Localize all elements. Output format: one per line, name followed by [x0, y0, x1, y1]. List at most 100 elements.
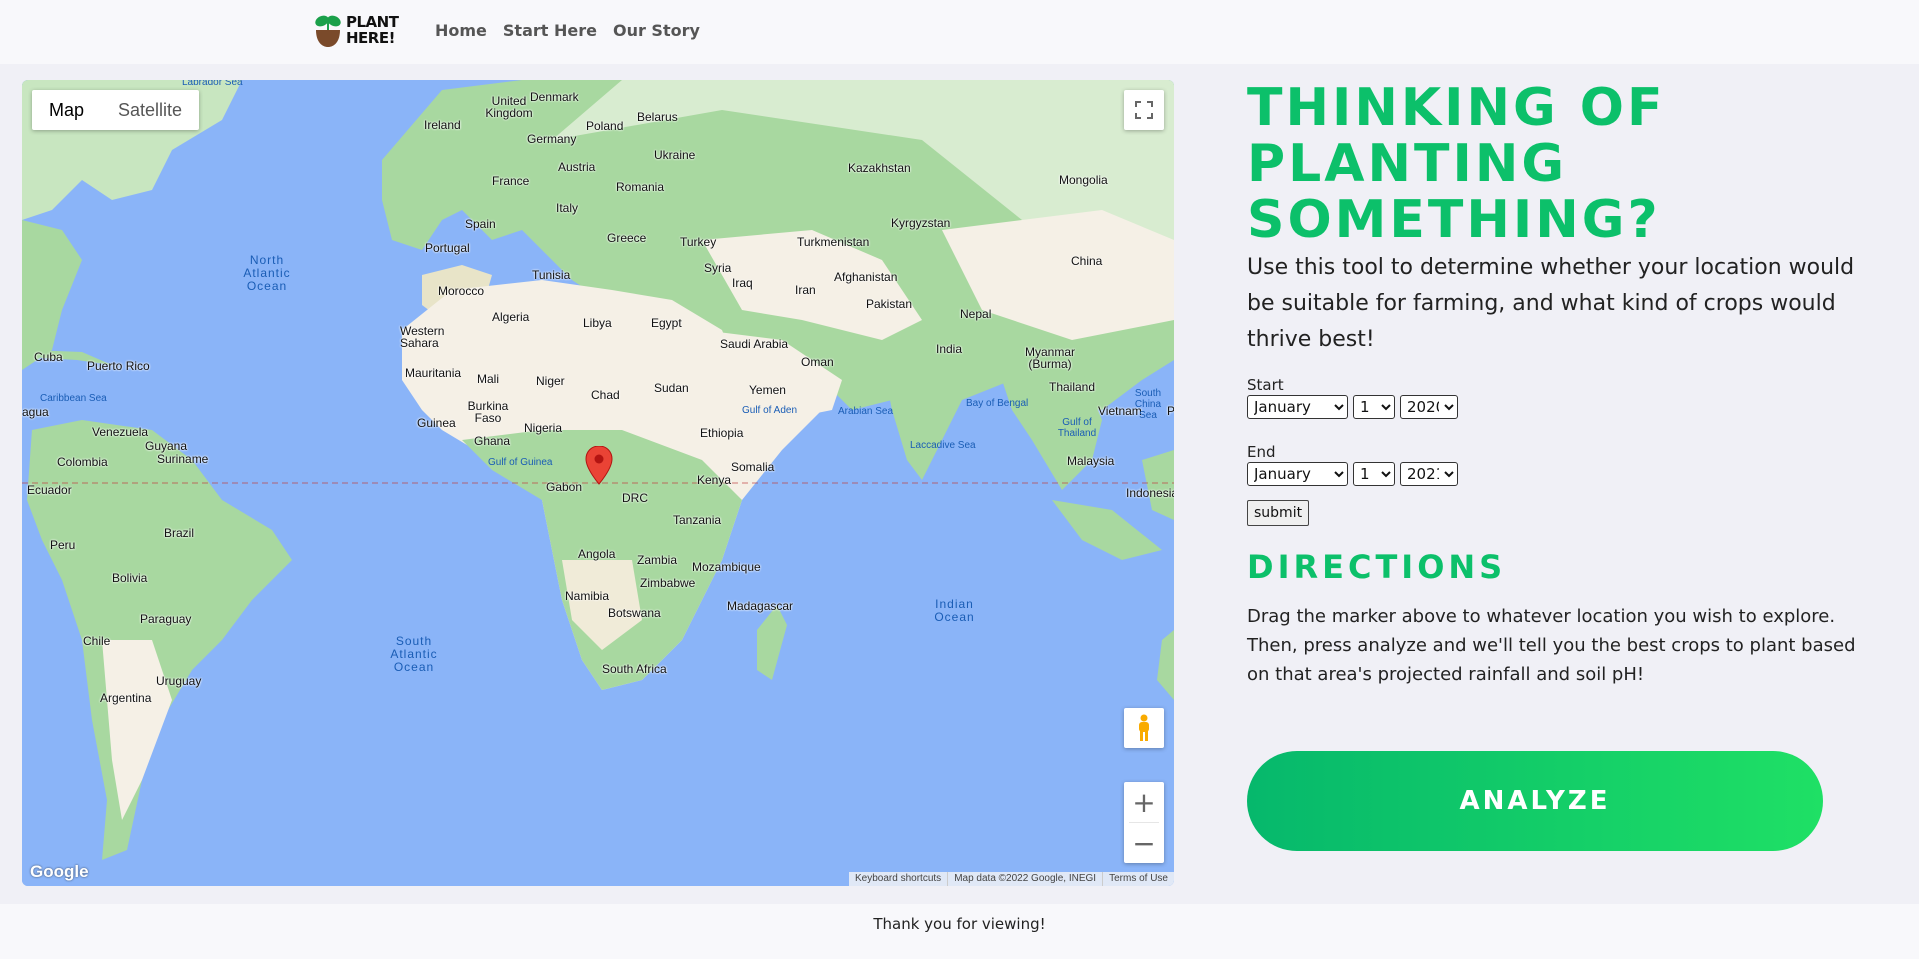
map-label-country: Namibia: [565, 589, 610, 603]
end-year-select[interactable]: 2021: [1400, 462, 1458, 486]
map-label-country: Mali: [477, 372, 500, 386]
map-label-country: Chad: [591, 388, 620, 402]
map-type-satellite-button[interactable]: Satellite: [101, 90, 199, 130]
nav-our-story-link[interactable]: Our Story: [613, 21, 700, 40]
zoom-out-button[interactable]: −: [1124, 823, 1164, 863]
map-label-country: Tunisia: [532, 268, 571, 282]
end-day-select[interactable]: 1: [1353, 462, 1395, 486]
map-label-country: Kyrgyzstan: [891, 216, 951, 230]
map-label-country: Burkina Faso: [467, 399, 509, 425]
map-label-country: Algeria: [492, 310, 530, 324]
start-day-select[interactable]: 1: [1353, 395, 1395, 419]
map-label-sea: Gulf of Aden: [742, 405, 798, 416]
logo-line-1: PLANT: [346, 13, 399, 31]
map-label-country: Pakistan: [866, 297, 913, 311]
nav-start-here-link[interactable]: Start Here: [503, 21, 597, 40]
map-label-country: Venezuela: [92, 425, 149, 439]
map-label-country: Iran: [795, 283, 816, 297]
map-label-country: Egypt: [651, 316, 682, 330]
map-label-country: Paraguay: [140, 612, 192, 626]
logo-text: PLANT HERE!: [346, 13, 399, 47]
map-label-country: Belarus: [637, 110, 678, 124]
site-footer: Thank you for viewing!: [0, 904, 1919, 959]
map-label-country: Mozambique: [692, 560, 761, 574]
start-month-select[interactable]: January: [1247, 395, 1348, 419]
logo[interactable]: PLANT HERE!: [314, 12, 399, 48]
analyze-button[interactable]: ANALYZE: [1247, 751, 1823, 851]
main-nav: Home Start Here Our Story: [435, 21, 700, 40]
map-label-sea: Bay of Bengal: [966, 398, 1029, 409]
keyboard-shortcuts-link[interactable]: Keyboard shortcuts: [849, 872, 947, 886]
submit-button[interactable]: submit: [1247, 500, 1310, 526]
map-label-country: Nigeria: [524, 421, 563, 435]
map-label-country: Greece: [607, 231, 647, 245]
map-label-sea: Caribbean Sea: [40, 393, 107, 404]
zoom-control: + −: [1124, 782, 1164, 863]
analysis-panel: THINKING OF PLANTING SOMETHING? Use this…: [1247, 80, 1867, 689]
map-label-country: Portugal: [425, 241, 470, 255]
map-label-country: Spain: [465, 217, 496, 231]
map-label-country: Chile: [83, 634, 111, 648]
site-header: PLANT HERE! Home Start Here Our Story: [0, 0, 1919, 64]
map-label-sea: South China Sea: [1134, 388, 1162, 421]
sprout-logo-icon: [314, 12, 342, 48]
map-label-country: Tanzania: [673, 513, 722, 527]
map-label-country: France: [492, 174, 530, 188]
map-label-country: Madagascar: [727, 599, 794, 613]
map-label-country: Romania: [616, 180, 665, 194]
map-label-country: Puerto Rico: [87, 359, 150, 373]
map-label-country: South Africa: [602, 662, 667, 676]
map-label-country: Libya: [583, 316, 612, 330]
map-label-country: Austria: [558, 160, 596, 174]
map-label-country: Mongolia: [1059, 173, 1108, 187]
start-year-select[interactable]: 2020: [1400, 395, 1458, 419]
end-month-select[interactable]: January: [1247, 462, 1348, 486]
map-label-country: Ghana: [474, 434, 511, 448]
map-label-country: Oman: [801, 355, 834, 369]
map-label-country: United Kingdom: [485, 94, 533, 120]
map-label-country: Argentina: [100, 691, 152, 705]
map-label-country: Turkey: [680, 235, 717, 249]
map-label-country: Suriname: [157, 452, 209, 466]
map-label-country: Sudan: [654, 381, 689, 395]
map-label-country: Germany: [527, 132, 577, 146]
terms-of-use-link[interactable]: Terms of Use: [1102, 872, 1174, 886]
fullscreen-icon: [1135, 101, 1153, 119]
map-label-sea: Laccadive Sea: [910, 440, 976, 451]
map-label-country: Malaysia: [1067, 454, 1115, 468]
directions-heading: DIRECTIONS: [1247, 548, 1507, 586]
nav-home-link[interactable]: Home: [435, 21, 487, 40]
map-label-country: Kenya: [697, 473, 732, 487]
map-label-country: Morocco: [438, 284, 485, 298]
map-label-country: Mauritania: [405, 366, 462, 380]
zoom-in-button[interactable]: +: [1124, 782, 1164, 822]
location-marker-icon[interactable]: [585, 445, 613, 486]
footer-text: Thank you for viewing!: [873, 915, 1046, 933]
map-label-country: Zimbabwe: [640, 576, 696, 590]
map-label-country: Turkmenistan: [797, 235, 870, 249]
google-logo[interactable]: Google: [30, 862, 89, 882]
map-label-country: Saudi Arabia: [720, 337, 789, 351]
map-label-ocean: North Atlantic Ocean: [243, 253, 291, 293]
pegman-icon: [1139, 714, 1149, 741]
map-label-country: agua: [22, 405, 49, 419]
map-label-country: Poland: [586, 119, 624, 133]
map-label-country: China: [1071, 254, 1103, 268]
map-label-country: Afghanistan: [834, 270, 898, 284]
map-label-country: Ireland: [424, 118, 461, 132]
map-label-sea: Labrador Sea: [182, 80, 243, 88]
map-label-country: Niger: [536, 374, 565, 388]
directions-text: Drag the marker above to whatever locati…: [1247, 606, 1856, 685]
map-type-control: Map Satellite: [32, 90, 200, 130]
map-label-country: Peru: [50, 538, 76, 552]
map-label-country: Zambia: [637, 553, 678, 567]
map-type-map-button[interactable]: Map: [32, 90, 101, 130]
map-data-attribution: Map data ©2022 Google, INEGI: [947, 872, 1102, 886]
street-view-pegman-button[interactable]: [1124, 708, 1164, 748]
map-label-country: Myanmar (Burma): [1024, 345, 1075, 371]
map-label-country: Brazil: [164, 526, 195, 540]
map-attribution-bar: Keyboard shortcuts Map data ©2022 Google…: [849, 872, 1174, 886]
fullscreen-button[interactable]: [1124, 90, 1164, 130]
logo-line-2: HERE!: [346, 29, 395, 47]
map-canvas[interactable]: Labrador Sea Denmark United Kingdom Bela…: [22, 80, 1174, 886]
